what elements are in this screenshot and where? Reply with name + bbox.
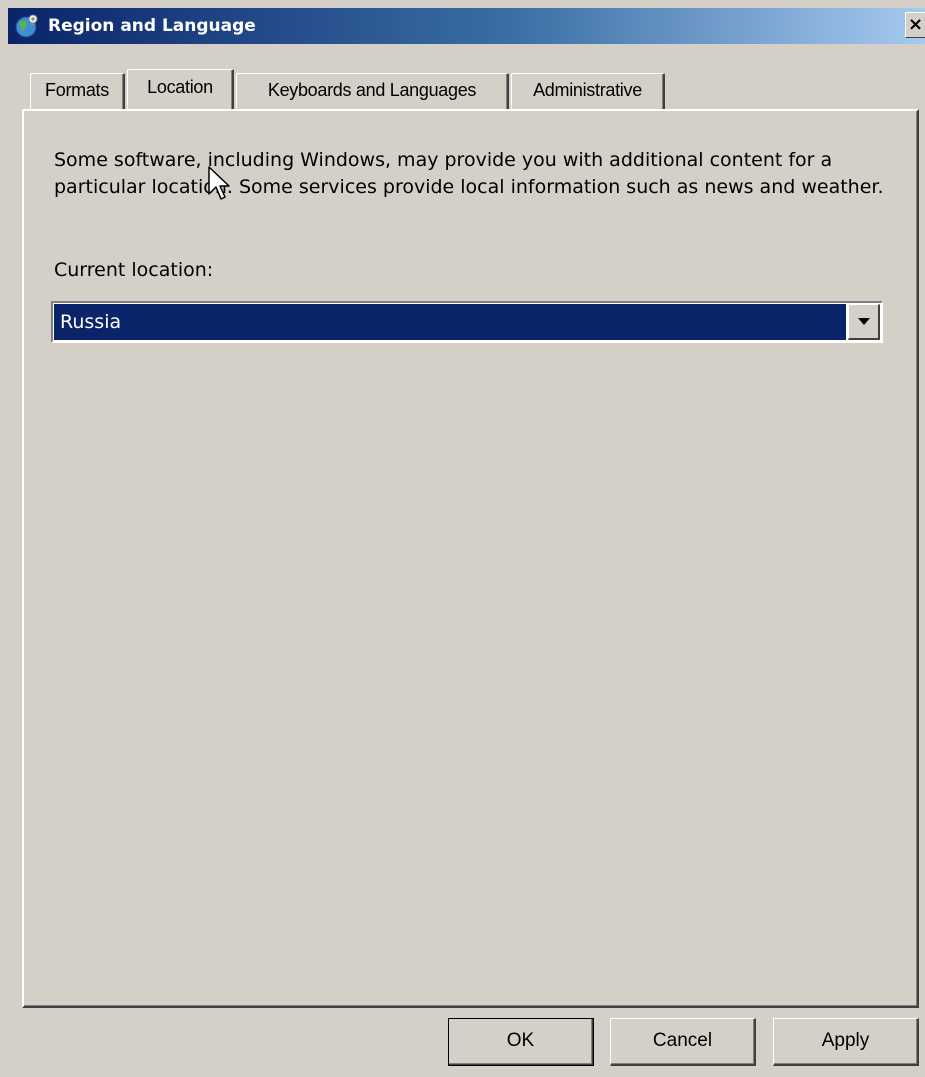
- ok-button[interactable]: OK: [448, 1018, 594, 1066]
- tab-formats[interactable]: Formats: [30, 73, 125, 109]
- cancel-button-label: Cancel: [652, 1030, 713, 1051]
- tab-administrative-label: Administrative: [533, 80, 642, 100]
- current-location-label: Current location:: [54, 259, 214, 281]
- ok-button-label: OK: [506, 1030, 535, 1051]
- tab-keyboards-and-languages[interactable]: Keyboards and Languages: [236, 73, 509, 109]
- close-icon: ×: [907, 14, 924, 35]
- apply-button-label: Apply: [821, 1030, 870, 1051]
- window-title: Region and Language: [48, 16, 256, 36]
- current-location-dropdown[interactable]: Russia: [51, 301, 883, 343]
- dropdown-arrow-button[interactable]: [848, 304, 880, 340]
- tab-administrative[interactable]: Administrative: [511, 73, 665, 109]
- region-and-language-dialog: Region and Language × Formats Location K…: [0, 0, 925, 1077]
- tab-keyboards-label: Keyboards and Languages: [267, 80, 477, 100]
- apply-button[interactable]: Apply: [773, 1018, 919, 1066]
- tab-location[interactable]: Location: [127, 69, 234, 109]
- cancel-button[interactable]: Cancel: [610, 1018, 756, 1066]
- tab-formats-label: Formats: [45, 80, 109, 100]
- tab-location-label: Location: [147, 77, 213, 97]
- current-location-value[interactable]: Russia: [54, 304, 846, 340]
- location-tab-panel: Some software, including Windows, may pr…: [22, 109, 919, 1008]
- title-bar[interactable]: Region and Language ×: [8, 8, 925, 44]
- globe-icon: [15, 14, 38, 38]
- close-button[interactable]: ×: [905, 12, 925, 38]
- chevron-down-icon: [858, 318, 870, 325]
- location-description: Some software, including Windows, may pr…: [54, 149, 884, 198]
